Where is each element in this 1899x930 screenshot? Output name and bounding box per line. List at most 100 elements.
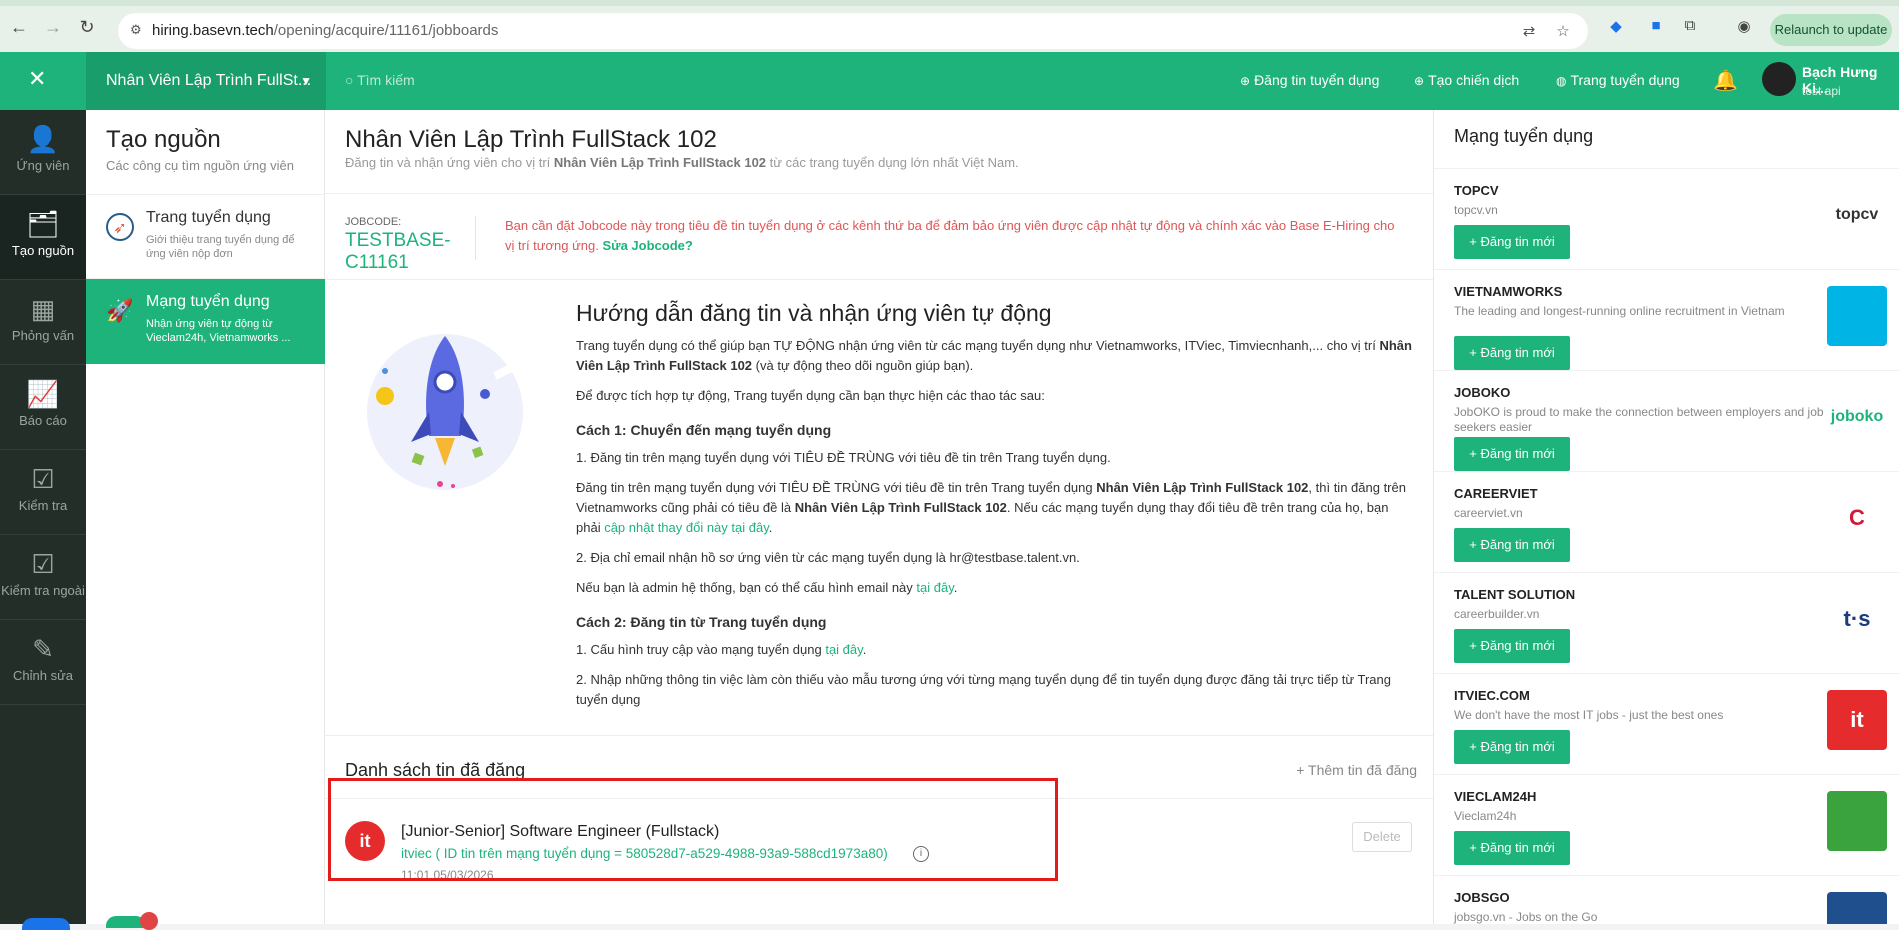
network-desc: topcv.vn: [1454, 203, 1498, 217]
left-nav: 👤 Ứng viên 🗂 Tạo nguồn ▦ Phỏng vấn 📈 Báo cáo…: [0, 110, 86, 924]
avatar[interactable]: [1762, 62, 1796, 96]
rocket-icon: 🚀: [106, 298, 134, 323]
network-name: ITVIEC.COM: [1454, 688, 1530, 703]
post-new-job-button[interactable]: + Đăng tin mới: [1454, 528, 1570, 562]
source-item-job-networks[interactable]: 🚀 Mạng tuyển dụng Nhận ứng viên tự động …: [86, 278, 325, 364]
network-item: TALENT SOLUTION careerbuilder.vn + Đăng ti…: [1434, 572, 1899, 672]
post-new-job-button[interactable]: + Đăng tin mới: [1454, 225, 1570, 259]
network-desc: careerviet.vn: [1454, 506, 1523, 520]
source-item-career-page[interactable]: ➶ Trang tuyển dụng Giới thiệu trang tuyể…: [86, 194, 325, 278]
user-subtitle: test api: [1802, 84, 1841, 98]
user-icon: 👤: [26, 124, 60, 154]
network-desc: We don't have the most IT jobs - just th…: [1454, 708, 1724, 722]
post-new-job-button[interactable]: + Đăng tin mới: [1454, 437, 1570, 471]
career-page-link[interactable]: ◍ Trang tuyển dụng: [1556, 72, 1680, 88]
nav-item-candidates[interactable]: 👤 Ứng viên: [0, 110, 86, 194]
network-logo: [1827, 892, 1887, 924]
calendar-icon: ▦: [30, 294, 56, 324]
network-item: JOBSGOjobsgo.vn - Jobs on the Go+ Đăng t…: [1434, 875, 1899, 924]
source-panel-title: Tạo nguồn: [106, 126, 221, 153]
extensions-puzzle-icon[interactable]: ⧉: [1680, 17, 1700, 37]
network-item: ITVIEC.COM We don't have the most IT jobs…: [1434, 673, 1899, 773]
post-new-job-button[interactable]: + Đăng tin mới: [1454, 730, 1570, 764]
network-desc: The leading and longest-running online r…: [1454, 304, 1785, 318]
network-desc: careerbuilder.vn: [1454, 607, 1540, 621]
config-access-link[interactable]: tại đây: [825, 642, 862, 657]
search-input[interactable]: ○ Tìm kiếm: [345, 72, 415, 88]
extension-icon[interactable]: ◆: [1606, 17, 1626, 37]
close-icon[interactable]: ✕: [28, 66, 46, 92]
calendar-check-icon: ☑: [31, 464, 55, 494]
delete-button[interactable]: Delete: [1352, 822, 1412, 852]
guide-section: Hướng dẫn đăng tin và nhận ứng viên tự đ…: [325, 280, 1433, 735]
plus-circle-icon: ⊕: [1414, 74, 1425, 88]
network-name: TOPCV: [1454, 183, 1499, 198]
network-logo: topcv: [1827, 185, 1887, 245]
nav-item-sourcing[interactable]: 🗂 Tạo nguồn: [0, 195, 86, 279]
job-selector-label: Nhân Viên Lập Trình FullSt...: [106, 72, 312, 89]
site-info-icon[interactable]: ⚙: [130, 22, 148, 40]
relaunch-button[interactable]: Relaunch to update: [1770, 14, 1892, 46]
update-title-link[interactable]: cập nhật thay đổi này tại đây: [604, 520, 769, 535]
page-title: Nhân Viên Lập Trình FullStack 102: [345, 126, 717, 153]
add-posted-job-button[interactable]: + Thêm tin đã đăng: [1296, 762, 1417, 778]
jobcode-label: JOBCODE:: [345, 216, 402, 228]
config-email-link[interactable]: tại đây: [916, 580, 953, 595]
network-desc: JobOKO is proud to make the connection b…: [1454, 405, 1824, 434]
jobcode-value: TESTBASE-C11161: [345, 230, 451, 273]
network-item: TOPCV topcv.vn + Đăng tin mới topcv: [1434, 168, 1899, 268]
back-arrow-icon[interactable]: ←: [8, 16, 30, 38]
nav-item-tests[interactable]: ☑ Kiểm tra: [0, 450, 86, 534]
address-bar[interactable]: ⚙ hiring.basevn.tech/opening/acquire/111…: [118, 13, 1588, 49]
networks-title: Mạng tuyển dụng: [1454, 126, 1594, 146]
nav-item-interview[interactable]: ▦ Phỏng vấn: [0, 280, 86, 364]
forward-arrow-icon[interactable]: →: [42, 16, 64, 38]
post-new-job-button[interactable]: + Đăng tin mới: [1454, 336, 1570, 370]
network-name: VIECLAM24H: [1454, 789, 1537, 804]
chevron-down-icon: ▼: [300, 74, 312, 88]
rocket-illustration: [367, 334, 537, 490]
post-new-job-button[interactable]: + Đăng tin mới: [1454, 629, 1570, 663]
highlight-box: [328, 778, 1058, 881]
notification-badge: [140, 912, 158, 930]
extension-badge-icon[interactable]: ■: [1646, 17, 1666, 37]
edit-jobcode-link[interactable]: Sửa Jobcode?: [602, 238, 692, 253]
globe-icon: ◍: [1556, 74, 1567, 88]
translate-icon[interactable]: ⇄: [1520, 22, 1538, 40]
chat-widget[interactable]: [22, 918, 70, 930]
network-logo: C: [1827, 488, 1887, 548]
network-name: TALENT SOLUTION: [1454, 587, 1576, 602]
network-item: CAREERVIET careerviet.vn + Đăng tin mới C: [1434, 471, 1899, 571]
nav-item-external-tests[interactable]: ☑ Kiểm tra ngoài: [0, 535, 86, 619]
network-logo: it: [1827, 690, 1887, 750]
bookmark-star-icon[interactable]: ☆: [1554, 22, 1572, 40]
create-campaign-link[interactable]: ⊕ Tạo chiến dịch: [1414, 72, 1519, 88]
job-header: Nhân Viên Lập Trình FullStack 102 Đăng t…: [325, 110, 1433, 194]
network-item: VIETNAMWORKS The leading and longest-runn…: [1434, 269, 1899, 370]
network-logo: t·s: [1827, 589, 1887, 649]
guide-title: Hướng dẫn đăng tin và nhận ứng viên tự đ…: [576, 300, 1052, 326]
profile-icon[interactable]: ◉: [1734, 17, 1754, 37]
tab-strip: [0, 0, 1899, 6]
job-selector[interactable]: Nhân Viên Lập Trình FullSt... ▼: [86, 52, 326, 110]
post-new-job-button[interactable]: + Đăng tin mới: [1454, 831, 1570, 865]
reload-icon[interactable]: ↻: [76, 16, 98, 38]
network-desc: Vieclam24h: [1454, 809, 1517, 823]
network-logo: joboko: [1827, 387, 1887, 447]
folder-plus-icon: 🗂: [26, 209, 60, 239]
source-panel-subtitle: Các công cụ tìm nguồn ứng viên: [106, 158, 294, 173]
nav-item-reports[interactable]: 📈 Báo cáo: [0, 365, 86, 449]
compass-icon: ➶: [106, 213, 134, 241]
nav-item-edit[interactable]: ✎ Chỉnh sửa: [0, 620, 86, 704]
network-item: JOBOKO JobOKO is proud to make the connec…: [1434, 370, 1899, 471]
network-name: CAREERVIET: [1454, 486, 1538, 501]
search-icon: ○: [345, 72, 358, 88]
networks-panel: Mạng tuyển dụng TOPCV topcv.vn + Đăng tin …: [1433, 110, 1899, 924]
browser-chrome: ← → ↻ ⚙ hiring.basevn.tech/opening/acqui…: [0, 0, 1899, 52]
jobcode-warning: Bạn cần đặt Jobcode này trong tiêu đề ti…: [505, 218, 1395, 253]
chart-line-icon: 📈: [26, 379, 60, 409]
edit-icon: ✎: [32, 634, 54, 664]
calendar-check-icon: ☑: [31, 549, 55, 579]
post-job-link[interactable]: ⊕ Đăng tin tuyển dụng: [1240, 72, 1379, 88]
bell-icon[interactable]: 🔔: [1713, 68, 1738, 93]
